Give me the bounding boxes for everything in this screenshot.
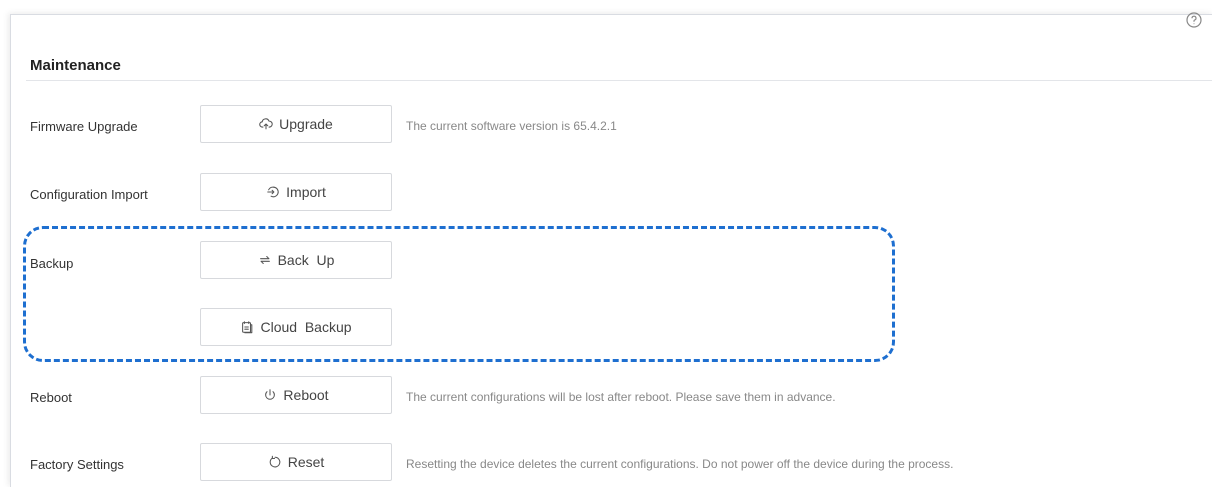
firmware-version-text: The current software version is 65.4.2.1 (406, 119, 617, 133)
refresh-icon (268, 455, 282, 469)
power-icon (263, 388, 277, 402)
factory-settings-label: Factory Settings (30, 457, 124, 472)
backup-label: Backup (30, 256, 74, 271)
maintenance-panel (10, 14, 1212, 487)
cloud-backup-button[interactable]: Cloud Backup (200, 308, 392, 346)
reboot-button-label: Reboot (283, 387, 329, 403)
reset-warning-text: Resetting the device deletes the current… (406, 457, 954, 471)
import-icon (266, 185, 280, 199)
cloud-backup-icon (240, 320, 254, 334)
configuration-import-label: Configuration Import (30, 187, 148, 202)
reboot-label: Reboot (30, 390, 72, 405)
section-title: Maintenance (30, 57, 121, 74)
reset-button[interactable]: Reset (200, 443, 392, 481)
cloud-upload-icon (259, 117, 273, 131)
reboot-button[interactable]: Reboot (200, 376, 392, 414)
import-button[interactable]: Import (200, 173, 392, 211)
back-up-button[interactable]: Back Up (200, 241, 392, 279)
sync-icon (258, 253, 272, 267)
import-button-label: Import (286, 184, 326, 200)
firmware-upgrade-label: Firmware Upgrade (30, 119, 138, 134)
reboot-warning-text: The current configurations will be lost … (406, 390, 836, 404)
help-circle-icon[interactable] (1186, 12, 1202, 28)
upgrade-button-label: Upgrade (279, 116, 333, 132)
reset-button-label: Reset (287, 454, 325, 470)
back-up-button-label: Back Up (277, 252, 335, 268)
upgrade-button[interactable]: Upgrade (200, 105, 392, 143)
cloud-backup-button-label: Cloud Backup (260, 319, 352, 335)
section-divider (26, 80, 1212, 81)
